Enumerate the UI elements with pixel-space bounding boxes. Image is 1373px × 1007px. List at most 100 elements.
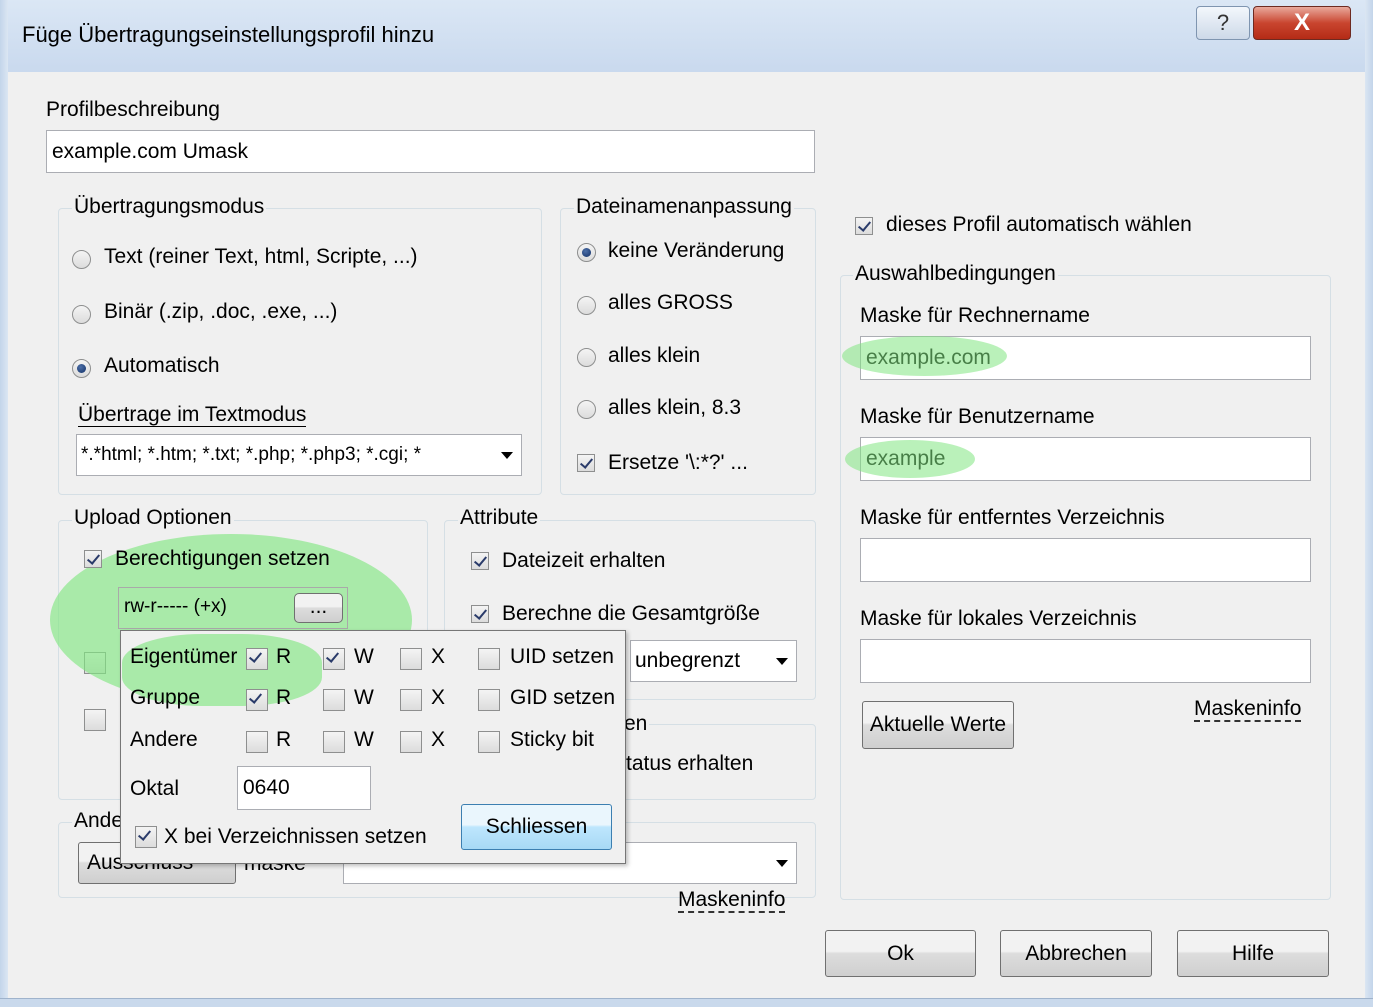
filename-upper-radio[interactable] bbox=[577, 296, 596, 315]
set-perms-label: Berechtigungen setzen bbox=[115, 547, 330, 570]
uid-label: UID setzen bbox=[510, 645, 614, 668]
window-title: Füge Übertragungseinstellungsprofil hinz… bbox=[22, 22, 435, 47]
maskinfo-text: Maskeninfo bbox=[1194, 697, 1302, 722]
group-x-checkbox[interactable] bbox=[400, 689, 422, 711]
owner-w-label: W bbox=[354, 645, 374, 668]
other-maskinfo-text: Maskeninfo bbox=[678, 888, 786, 913]
chevron-down-icon bbox=[776, 860, 788, 867]
mode-auto-radio[interactable] bbox=[72, 359, 91, 378]
close-icon: X bbox=[1293, 9, 1310, 36]
conditions-title: Auswahlbedingungen bbox=[853, 262, 1058, 286]
current-values-button[interactable]: Aktuelle Werte bbox=[862, 701, 1014, 749]
other-w-label: W bbox=[354, 728, 374, 751]
gid-checkbox[interactable] bbox=[478, 689, 500, 711]
group-r-checkbox[interactable] bbox=[246, 689, 268, 711]
other-title: Ande bbox=[72, 809, 126, 833]
octal-label: Oktal bbox=[130, 777, 180, 800]
help-title-button[interactable]: ? bbox=[1196, 6, 1250, 40]
mode-auto-label: Automatisch bbox=[104, 354, 220, 377]
sticky-checkbox[interactable] bbox=[478, 731, 500, 753]
user-mask-label: Maske für Benutzername bbox=[860, 405, 1095, 428]
calc-size-label: Berechne die Gesamtgröße bbox=[502, 602, 760, 625]
highlight-user bbox=[845, 440, 975, 478]
dir-x-checkbox[interactable] bbox=[135, 826, 157, 848]
highlight-host bbox=[842, 336, 1007, 376]
local-mask-label: Maske für lokales Verzeichnis bbox=[860, 607, 1137, 630]
replace-checkbox[interactable] bbox=[577, 454, 595, 472]
sticky-label: Sticky bit bbox=[510, 728, 595, 751]
calc-size-checkbox[interactable] bbox=[471, 605, 489, 623]
owner-r-label: R bbox=[276, 645, 292, 668]
gid-label: GID setzen bbox=[510, 686, 616, 709]
host-mask-label: Maske für Rechnername bbox=[860, 304, 1090, 327]
close-button[interactable]: X bbox=[1253, 6, 1351, 40]
filename-none-radio[interactable] bbox=[577, 243, 596, 262]
dir-x-label: X bei Verzeichnissen setzen bbox=[164, 825, 427, 848]
help-button[interactable]: Hilfe bbox=[1177, 930, 1329, 977]
ok-button[interactable]: Ok bbox=[825, 930, 976, 977]
filename-title: Dateinamenanpassung bbox=[574, 195, 794, 219]
group-w-label: W bbox=[354, 686, 374, 709]
filename-none-label: keine Veränderung bbox=[608, 239, 785, 262]
owner-r-checkbox[interactable] bbox=[246, 648, 268, 670]
profile-label: Profilbeschreibung bbox=[46, 98, 220, 121]
profile-input[interactable]: example.com Umask bbox=[46, 130, 815, 173]
filename-83-radio[interactable] bbox=[577, 400, 596, 419]
limit-combo[interactable]: unbegrenzt bbox=[630, 640, 797, 682]
perm-other-label: Andere bbox=[130, 728, 198, 751]
mode-text-radio[interactable] bbox=[72, 250, 91, 269]
group-w-checkbox[interactable] bbox=[323, 689, 345, 711]
owner-w-checkbox[interactable] bbox=[323, 648, 345, 670]
owner-x-checkbox[interactable] bbox=[400, 648, 422, 670]
owner-x-label: X bbox=[431, 645, 446, 668]
perm-group-label: Gruppe bbox=[130, 686, 201, 709]
maskinfo-link[interactable]: Maskeninfo bbox=[1194, 697, 1302, 722]
filename-83-label: alles klein, 8.3 bbox=[608, 396, 742, 419]
group-x-label: X bbox=[431, 686, 446, 709]
filename-lower-radio[interactable] bbox=[577, 348, 596, 367]
replace-label: Ersetze '\:*?' ... bbox=[608, 451, 748, 474]
status-group-title: en bbox=[622, 712, 650, 736]
status-label: tatus erhalten bbox=[626, 752, 754, 775]
chevron-down-icon bbox=[501, 452, 513, 459]
chevron-down-icon bbox=[776, 658, 788, 665]
textmode-combo[interactable]: *.*html; *.htm; *.txt; *.php; *.php3; *.… bbox=[76, 434, 522, 476]
other-r-checkbox[interactable] bbox=[246, 731, 268, 753]
filename-lower-label: alles klein bbox=[608, 344, 701, 367]
auto-select-checkbox[interactable] bbox=[855, 217, 873, 235]
upload-option-checkbox-3[interactable] bbox=[84, 709, 106, 731]
window-frame-right bbox=[1364, 0, 1373, 1007]
textmode-label-text: Übertrage im Textmodus bbox=[78, 403, 307, 427]
cancel-button[interactable]: Abbrechen bbox=[1000, 930, 1152, 977]
textmode-label: Übertrage im Textmodus bbox=[78, 403, 307, 427]
upload-title: Upload Optionen bbox=[72, 506, 234, 530]
other-maskinfo-link[interactable]: Maskeninfo bbox=[678, 888, 786, 913]
remote-mask-label: Maske für entferntes Verzeichnis bbox=[860, 506, 1165, 529]
other-w-checkbox[interactable] bbox=[323, 731, 345, 753]
transfer-mode-title: Übertragungsmodus bbox=[72, 195, 267, 219]
textmode-combo-value: *.*html; *.htm; *.txt; *.php; *.php3; *.… bbox=[81, 444, 422, 465]
mode-text-label: Text (reiner Text, html, Scripte, ...) bbox=[104, 245, 418, 268]
octal-input[interactable]: 0640 bbox=[237, 766, 371, 810]
other-r-label: R bbox=[276, 728, 292, 751]
mode-binary-radio[interactable] bbox=[72, 305, 91, 324]
other-x-label: X bbox=[431, 728, 446, 751]
attribute-title: Attribute bbox=[458, 506, 541, 530]
remote-mask-input[interactable] bbox=[860, 538, 1311, 582]
auto-select-label: dieses Profil automatisch wählen bbox=[886, 213, 1192, 236]
perms-value: rw-r----- (+x) bbox=[124, 596, 227, 617]
uid-checkbox[interactable] bbox=[478, 648, 500, 670]
keep-time-label: Dateizeit erhalten bbox=[502, 549, 666, 572]
perm-owner-label: Eigentümer bbox=[130, 645, 238, 668]
other-x-checkbox[interactable] bbox=[400, 731, 422, 753]
mode-binary-label: Binär (.zip, .doc, .exe, ...) bbox=[104, 300, 338, 323]
keep-time-checkbox[interactable] bbox=[471, 552, 489, 570]
local-mask-input[interactable] bbox=[860, 639, 1311, 683]
filename-upper-label: alles GROSS bbox=[608, 291, 733, 314]
window-frame-bottom bbox=[0, 998, 1373, 1007]
group-r-label: R bbox=[276, 686, 292, 709]
close-popup-button[interactable]: Schliessen bbox=[461, 804, 612, 850]
set-perms-checkbox[interactable] bbox=[84, 550, 102, 568]
limit-combo-value: unbegrenzt bbox=[635, 649, 741, 672]
perms-browse-button[interactable]: ... bbox=[294, 593, 343, 623]
